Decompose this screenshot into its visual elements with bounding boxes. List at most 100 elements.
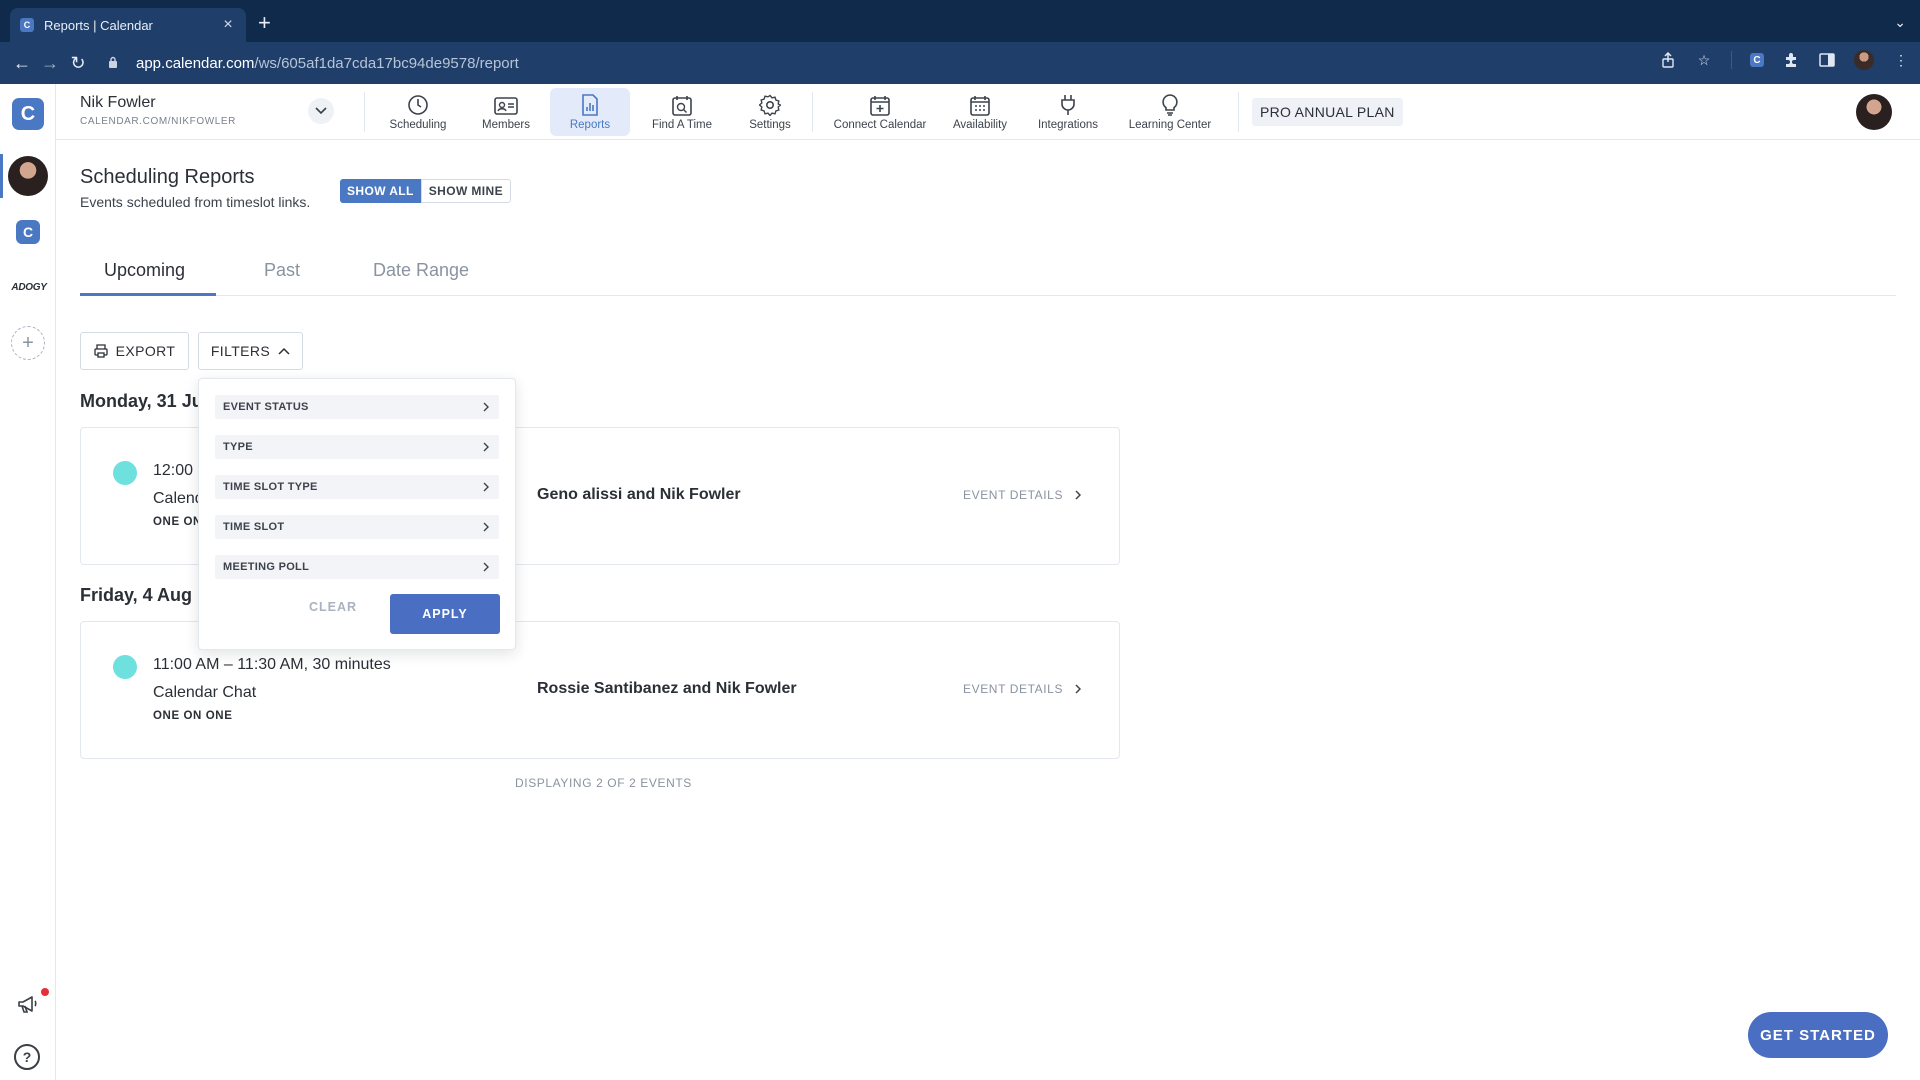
nav-members[interactable]: Members: [462, 88, 550, 136]
reload-icon[interactable]: ↻: [64, 49, 92, 77]
divider: [812, 92, 813, 132]
export-button[interactable]: EXPORT: [80, 332, 189, 370]
event-participants: Geno alissi and Nik Fowler: [537, 486, 741, 503]
megaphone-icon[interactable]: [14, 990, 42, 1018]
tab-search-chevron-icon[interactable]: ⌄: [1894, 14, 1906, 31]
add-workspace-button[interactable]: +: [11, 326, 45, 360]
clear-filters-button[interactable]: CLEAR: [303, 595, 363, 619]
tab-past[interactable]: Past: [264, 260, 300, 281]
nav-label: Settings: [749, 118, 791, 131]
event-details-label: EVENT DETAILS: [963, 682, 1064, 696]
nav-label: Learning Center: [1128, 118, 1212, 131]
profile-avatar[interactable]: [1854, 50, 1874, 70]
active-workspace-indicator: [0, 154, 3, 198]
nav-availability[interactable]: Availability: [936, 88, 1024, 136]
chevron-right-icon: [1075, 684, 1082, 694]
export-label: EXPORT: [115, 343, 176, 359]
filter-type[interactable]: TYPE: [215, 435, 499, 459]
printer-icon: [93, 344, 108, 358]
more-menu-icon[interactable]: ⋮: [1892, 51, 1910, 69]
user-name: Nik Fowler: [80, 94, 156, 111]
back-arrow-icon[interactable]: ←: [8, 49, 36, 77]
filters-label: FILTERS: [210, 343, 271, 359]
filters-dropdown: EVENT STATUS TYPE TIME SLOT TYPE TIME SL…: [198, 378, 516, 650]
divider: [1238, 92, 1239, 132]
user-booking-url: CALENDAR.COM/NIKFOWLER: [80, 116, 236, 127]
active-tab-underline: [80, 293, 216, 296]
id-card-icon: [494, 94, 518, 116]
calendar-extension-icon[interactable]: C: [1750, 53, 1764, 67]
plan-badge[interactable]: PRO ANNUAL PLAN: [1252, 98, 1403, 126]
chevron-right-icon: [483, 519, 489, 535]
event-details-link[interactable]: EVENT DETAILS: [963, 682, 1082, 696]
side-panel-icon[interactable]: [1818, 51, 1836, 69]
nav-label: Availability: [952, 118, 1008, 131]
clock-icon: [406, 94, 430, 116]
nav-reports[interactable]: Reports: [550, 88, 630, 136]
nav-learning-center[interactable]: Learning Center: [1120, 88, 1220, 136]
apply-filters-button[interactable]: APPLY: [390, 594, 500, 634]
event-details-link[interactable]: EVENT DETAILS: [963, 488, 1082, 502]
nav-label: Integrations: [1037, 118, 1099, 131]
share-icon[interactable]: [1659, 51, 1677, 69]
extensions-puzzle-icon[interactable]: [1782, 51, 1800, 69]
workspace-avatar[interactable]: [8, 156, 48, 196]
user-avatar[interactable]: [1856, 94, 1892, 130]
scope-toggle: SHOW ALL SHOW MINE: [340, 179, 512, 203]
url-path: /ws/605af1da7cda17bc94de9578/report: [254, 54, 519, 72]
workspace-adogy[interactable]: ADOGY: [6, 282, 52, 293]
close-tab-icon[interactable]: ×: [220, 16, 236, 34]
chevron-right-icon: [483, 559, 489, 575]
browser-toolbar: ← → ↻ app.calendar.com/ws/605af1da7cda17…: [0, 42, 1920, 84]
browser-tabstrip: C Reports | Calendar × + ⌄: [0, 0, 1920, 42]
nav-scheduling[interactable]: Scheduling: [374, 88, 462, 136]
calendar-logo-icon[interactable]: C: [12, 98, 44, 130]
event-time: 11:00 AM – 11:30 AM, 30 minutes: [153, 656, 391, 673]
tab-date-range[interactable]: Date Range: [373, 260, 469, 281]
nav-label: Connect Calendar: [833, 118, 927, 131]
nav-find-a-time[interactable]: Find A Time: [638, 88, 726, 136]
user-menu-chevron-icon[interactable]: [308, 98, 334, 124]
get-started-button[interactable]: GET STARTED: [1748, 1012, 1888, 1058]
show-mine-button[interactable]: SHOW MINE: [420, 179, 512, 203]
event-color-dot: [113, 655, 137, 679]
tab-upcoming[interactable]: Upcoming: [104, 260, 185, 281]
report-icon: [578, 93, 602, 116]
chevron-right-icon: [483, 439, 489, 455]
calendar-search-icon: [670, 94, 694, 116]
address-bar[interactable]: app.calendar.com/ws/605af1da7cda17bc94de…: [108, 48, 1758, 78]
event-name: Calendar Chat: [153, 684, 257, 701]
workspace-calendar-icon[interactable]: C: [16, 220, 40, 244]
nav-integrations[interactable]: Integrations: [1024, 88, 1112, 136]
nav-settings[interactable]: Settings: [726, 88, 814, 136]
nav-label: Reports: [569, 118, 611, 131]
gear-icon: [758, 94, 782, 116]
page-title: Scheduling Reports: [80, 166, 255, 188]
chevron-up-icon: [278, 347, 290, 355]
calendar-grid-icon: [968, 94, 992, 116]
filter-time-slot-type[interactable]: TIME SLOT TYPE: [215, 475, 499, 499]
event-name: Calend: [153, 490, 204, 507]
filter-label: TYPE: [223, 441, 253, 453]
calendar-favicon-icon: C: [20, 18, 34, 32]
filter-label: TIME SLOT TYPE: [223, 481, 318, 493]
url-host: app.calendar.com: [136, 54, 255, 72]
show-all-button[interactable]: SHOW ALL: [340, 179, 421, 203]
filters-button[interactable]: FILTERS: [198, 332, 303, 370]
filter-label: EVENT STATUS: [223, 401, 309, 413]
nav-connect-calendar[interactable]: Connect Calendar: [826, 88, 934, 136]
report-tabs: Upcoming Past Date Range: [80, 250, 1896, 296]
day-heading: Friday, 4 Aug: [80, 585, 193, 605]
help-icon[interactable]: ?: [14, 1044, 40, 1070]
filter-meeting-poll[interactable]: MEETING POLL: [215, 555, 499, 579]
new-tab-button[interactable]: +: [258, 12, 271, 34]
event-color-dot: [113, 461, 137, 485]
page-subtitle: Events scheduled from timeslot links.: [80, 194, 311, 210]
forward-arrow-icon[interactable]: →: [36, 49, 64, 77]
nav-label: Members: [482, 118, 530, 131]
filter-time-slot[interactable]: TIME SLOT: [215, 515, 499, 539]
bookmark-star-icon[interactable]: ☆: [1695, 51, 1713, 69]
filter-event-status[interactable]: EVENT STATUS: [215, 395, 499, 419]
browser-tab[interactable]: C Reports | Calendar ×: [10, 8, 246, 42]
event-type: ONE ON ONE: [153, 710, 233, 722]
